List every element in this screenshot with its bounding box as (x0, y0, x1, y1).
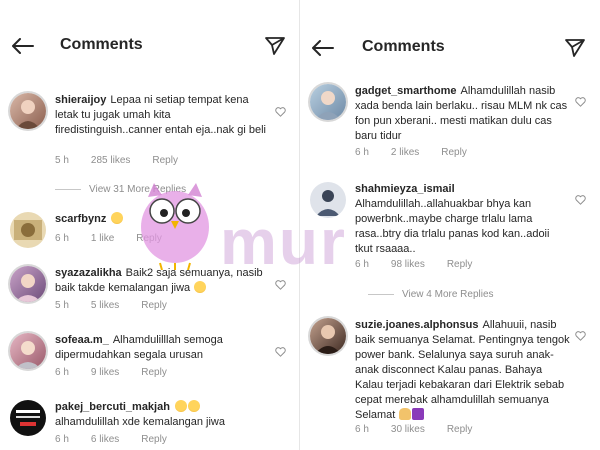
reply-button[interactable]: Reply (136, 233, 162, 244)
sad-emoji-icon (174, 400, 187, 412)
comment-body: syazazalikha Baik2 saja semuanya, nasib b… (55, 266, 270, 296)
avatar[interactable] (10, 400, 46, 436)
comment-meta: 6 h 6 likes Reply (55, 434, 189, 445)
comment-time: 6 h (355, 424, 369, 435)
avatar[interactable] (310, 318, 346, 354)
view-more-label[interactable]: View 4 More Replies (402, 289, 494, 300)
view-more-replies[interactable]: View 4 More Replies (368, 289, 494, 300)
avatar[interactable] (10, 333, 46, 369)
view-more-line (55, 188, 81, 190)
comment-likes[interactable]: 98 likes (391, 259, 425, 270)
comment-meta: 6 h 30 likes Reply (355, 424, 494, 435)
left-comments-panel: Comments shieraijoy Lepaa ni setiap tempa… (0, 0, 300, 450)
comment-body: gadget_smarthome Alhamdulillah nasib xada… (355, 84, 570, 144)
comment-username[interactable]: gadget_smarthome (355, 85, 456, 97)
grinning-emoji-icon (194, 281, 207, 293)
comment-likes[interactable]: 30 likes (391, 424, 425, 435)
comment-time: 6 h (55, 233, 69, 244)
comment-meta: 5 h 285 likes Reply (55, 155, 200, 166)
like-heart-icon[interactable] (275, 280, 286, 290)
comment-username[interactable]: scarfbynz (55, 213, 106, 225)
like-heart-icon[interactable] (275, 107, 286, 117)
reply-button[interactable]: Reply (447, 259, 473, 270)
send-icon[interactable] (564, 38, 586, 58)
view-more-replies[interactable]: View 31 More Replies (55, 184, 186, 195)
comment-likes[interactable]: 1 like (91, 233, 114, 244)
like-heart-icon[interactable] (575, 195, 586, 205)
reply-button[interactable]: Reply (141, 434, 167, 445)
comment-body: suzie.joanes.alphonsus Allahuuii, nasib b… (355, 318, 570, 423)
comment-body: shieraijoy Lepaa ni setiap tempat kena le… (55, 93, 270, 138)
shocked-emoji-icon (111, 212, 124, 224)
avatar[interactable] (10, 93, 46, 129)
reply-button[interactable]: Reply (441, 147, 467, 158)
view-more-line (368, 293, 394, 295)
like-heart-icon[interactable] (575, 331, 586, 341)
back-arrow-icon[interactable] (12, 38, 34, 54)
like-heart-icon[interactable] (575, 97, 586, 107)
comment-text: Alhamdulillah..allahuakbar bhya kan powe… (355, 198, 550, 255)
right-header: Comments (300, 28, 600, 64)
page-title: Comments (60, 36, 143, 53)
comment-likes[interactable]: 5 likes (91, 300, 119, 311)
purple-heart-emoji-icon (412, 408, 425, 420)
comment-time: 5 h (55, 155, 69, 166)
comment-time: 5 h (55, 300, 69, 311)
comment-meta: 6 h 9 likes Reply (55, 367, 189, 378)
avatar[interactable] (310, 84, 346, 120)
comment-text: Allahuuii, nasib baik semuanya Selamat. … (355, 319, 570, 421)
left-header: Comments (0, 28, 300, 64)
like-heart-icon[interactable] (275, 347, 286, 357)
reply-button[interactable]: Reply (447, 424, 473, 435)
comment-meta: 5 h 5 likes Reply (55, 300, 189, 311)
back-arrow-icon[interactable] (312, 40, 334, 56)
right-comments-panel: Comments gadget_smarthome Alhamdulillah n… (300, 0, 600, 450)
comment-username[interactable]: suzie.joanes.alphonsus (355, 319, 478, 331)
avatar[interactable] (10, 212, 46, 248)
comment-username[interactable]: pakej_bercuti_makjah (55, 401, 170, 413)
comment-meta: 6 h 2 likes Reply (355, 147, 489, 158)
reply-button[interactable]: Reply (152, 155, 178, 166)
sad-emoji-icon (187, 400, 200, 412)
comment-time: 6 h (355, 259, 369, 270)
avatar[interactable] (310, 182, 346, 218)
comment-meta: 6 h 98 likes Reply (355, 259, 494, 270)
view-more-label[interactable]: View 31 More Replies (89, 184, 186, 195)
avatar[interactable] (10, 266, 46, 302)
comment-body: shahmieyza_ismail Alhamdulillah..allahua… (355, 182, 570, 257)
comment-meta: 6 h 1 like Reply (55, 233, 184, 244)
comment-likes[interactable]: 9 likes (91, 367, 119, 378)
send-icon[interactable] (264, 36, 286, 56)
comment-username[interactable]: shieraijoy (55, 94, 106, 106)
comment-username[interactable]: sofeaa.m_ (55, 334, 109, 346)
comment-username[interactable]: shahmieyza_ismail (355, 183, 455, 195)
comment-likes[interactable]: 6 likes (91, 434, 119, 445)
reply-button[interactable]: Reply (141, 300, 167, 311)
comment-body: sofeaa.m_ Alhamdulilllah semoga dipermuda… (55, 333, 270, 363)
page-title: Comments (362, 38, 445, 55)
comment-time: 6 h (55, 434, 69, 445)
comment-likes[interactable]: 285 likes (91, 155, 130, 166)
comment-likes[interactable]: 2 likes (391, 147, 419, 158)
praying-hands-emoji-icon (399, 408, 412, 420)
comment-text: alhamdulillah xde kemalangan jiwa (55, 416, 225, 428)
comment-body: pakej_bercuti_makjah alhamdulillah xde k… (55, 400, 270, 430)
comment-time: 6 h (355, 147, 369, 158)
comment-username[interactable]: syazazalikha (55, 267, 122, 279)
comment-time: 6 h (55, 367, 69, 378)
reply-button[interactable]: Reply (141, 367, 167, 378)
comment-body: scarfbynz (55, 212, 270, 227)
